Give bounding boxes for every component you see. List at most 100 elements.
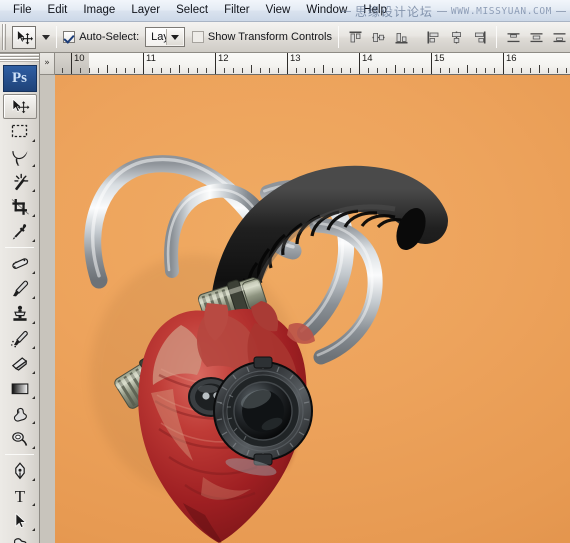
svg-text:T: T: [14, 487, 25, 505]
tool-flyout-triangle-icon[interactable]: [31, 139, 35, 142]
collapse-arrows-icon[interactable]: »: [44, 59, 50, 68]
tool-preset-chevron-down-icon[interactable]: [42, 34, 51, 40]
horizontal-ruler[interactable]: 1011121314151617: [55, 53, 570, 75]
distribute-top-edges-button[interactable]: [503, 27, 524, 48]
distribute-bottom-edges-button[interactable]: [549, 27, 570, 48]
ruler-half-tick: [107, 65, 108, 73]
ruler-half-tick: [323, 65, 324, 73]
tool-magic-wand[interactable]: [3, 169, 37, 194]
tool-flyout-triangle-icon[interactable]: [31, 446, 35, 449]
auto-select-target-chevron-down-icon[interactable]: [166, 29, 184, 45]
tool-custom-shape[interactable]: [3, 533, 37, 543]
tool-preset-picker[interactable]: [12, 25, 51, 49]
watermark: 思缘设计论坛 WWW.MISSYUAN.COM: [340, 1, 566, 21]
distribute-vertical-centers-button[interactable]: [526, 27, 547, 48]
toolbox-grip[interactable]: [0, 53, 39, 62]
ruler-label: 13: [290, 53, 301, 64]
align-bottom-edges-button[interactable]: [391, 27, 412, 48]
tool-path-selection[interactable]: [3, 508, 37, 533]
ruler-minor-tick: [233, 68, 234, 73]
watermark-rule-left: [340, 10, 351, 12]
tool-flyout-triangle-icon[interactable]: [31, 421, 35, 424]
tool-flyout-triangle-icon[interactable]: [31, 371, 35, 374]
auto-select-checkbox[interactable]: [63, 31, 76, 43]
tool-flyout-triangle-icon[interactable]: [31, 528, 35, 531]
tool-move[interactable]: [2, 94, 37, 119]
align-horizontal-centers-button[interactable]: [446, 27, 467, 48]
tool-flyout-triangle-icon[interactable]: [31, 321, 35, 324]
ruler-minor-tick: [413, 68, 414, 73]
auto-select-label: Auto-Select:: [79, 31, 140, 43]
ruler-minor-tick: [296, 68, 297, 73]
align-vertical-centers-button[interactable]: [368, 27, 389, 48]
tool-rectangular-marquee[interactable]: [3, 119, 37, 144]
ruler-label: 11: [146, 53, 156, 64]
ruler-minor-tick: [422, 68, 423, 73]
ruler-half-tick: [251, 65, 252, 73]
tool-clone-stamp[interactable]: [3, 301, 37, 326]
tool-flyout-triangle-icon[interactable]: [31, 214, 35, 217]
tool-flyout-triangle-icon[interactable]: [31, 164, 35, 167]
tool-pen[interactable]: [3, 458, 37, 483]
ruler-minor-tick: [125, 68, 126, 73]
tool-flyout-triangle-icon[interactable]: [31, 478, 35, 481]
ruler-corner-collapse[interactable]: »: [40, 53, 55, 75]
tool-eyedropper[interactable]: [3, 219, 37, 244]
menu-view[interactable]: View: [258, 1, 299, 21]
tool-brush[interactable]: [3, 276, 37, 301]
ruler-major-tick: [143, 53, 144, 74]
tool-healing-brush[interactable]: [3, 251, 37, 276]
move-tool-icon: [12, 25, 37, 49]
ruler-minor-tick: [161, 68, 162, 73]
ruler-minor-tick: [62, 68, 63, 73]
ruler-minor-tick: [134, 68, 135, 73]
tool-history-brush[interactable]: [3, 326, 37, 351]
align-left-edges-button[interactable]: [423, 27, 444, 48]
tool-flyout-triangle-icon[interactable]: [31, 396, 35, 399]
tool-flyout-triangle-icon[interactable]: [31, 503, 35, 506]
watermark-chinese-text: 思缘设计论坛: [354, 4, 433, 19]
ruler-minor-tick: [350, 68, 351, 73]
ruler-half-tick: [395, 65, 396, 73]
menu-layer[interactable]: Layer: [123, 1, 168, 21]
tool-flyout-triangle-icon[interactable]: [31, 346, 35, 349]
ruler-minor-tick: [152, 68, 153, 73]
tool-lasso[interactable]: [3, 144, 37, 169]
ruler-label: 12: [218, 53, 229, 64]
tool-eraser[interactable]: [3, 351, 37, 376]
toolbox-separator-1: [5, 247, 34, 248]
watermark-rule-mid: [436, 10, 447, 12]
tool-flyout-triangle-icon[interactable]: [31, 296, 35, 299]
ruler-label: 10: [74, 53, 85, 64]
show-transform-controls-option[interactable]: Show Transform Controls: [191, 31, 332, 43]
ruler-minor-tick: [224, 68, 225, 73]
menu-edit[interactable]: Edit: [40, 1, 76, 21]
menu-image[interactable]: Image: [75, 1, 123, 21]
align-right-edges-button[interactable]: [469, 27, 490, 48]
ruler-minor-tick: [530, 68, 531, 73]
menu-file[interactable]: File: [5, 1, 40, 21]
ruler-label: 16: [506, 53, 517, 64]
document-canvas[interactable]: f: [55, 75, 570, 543]
ruler-minor-tick: [449, 68, 450, 73]
tool-flyout-triangle-icon[interactable]: [31, 239, 35, 242]
ruler-minor-tick: [566, 68, 567, 73]
ruler-minor-tick: [197, 68, 198, 73]
tool-blur[interactable]: [3, 401, 37, 426]
document-canvas-area[interactable]: f: [55, 75, 570, 543]
show-transform-controls-label: Show Transform Controls: [207, 31, 332, 43]
auto-select-target-dropdown[interactable]: Layer: [145, 27, 186, 47]
menu-filter[interactable]: Filter: [216, 1, 258, 21]
tool-flyout-triangle-icon[interactable]: [31, 189, 35, 192]
show-transform-controls-checkbox[interactable]: [191, 31, 204, 43]
tool-flyout-triangle-icon[interactable]: [31, 271, 35, 274]
auto-select-option[interactable]: Auto-Select:: [63, 31, 139, 43]
menu-select[interactable]: Select: [168, 1, 216, 21]
options-bar-grip[interactable]: [2, 24, 7, 50]
align-top-edges-button[interactable]: [345, 27, 366, 48]
tool-gradient[interactable]: [3, 376, 37, 401]
tool-horizontal-type[interactable]: T: [3, 483, 37, 508]
tool-crop[interactable]: [3, 194, 37, 219]
tool-dodge[interactable]: [3, 426, 37, 451]
ruler-minor-tick: [116, 68, 117, 73]
